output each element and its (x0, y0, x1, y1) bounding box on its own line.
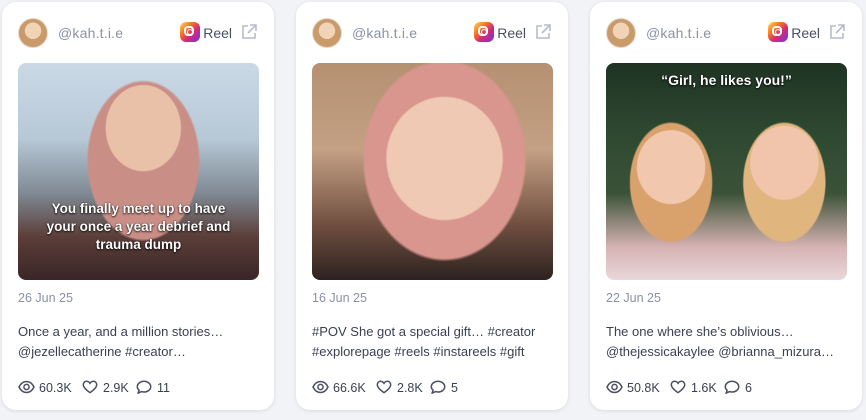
comment-icon (136, 380, 152, 394)
card-header: @kah.t.i.e Reel (312, 18, 552, 48)
instagram-icon (180, 22, 200, 42)
post-stats: 66.6K 2.8K 5 (312, 378, 554, 398)
post-date: 26 Jun 25 (18, 291, 73, 305)
avatar[interactable] (18, 18, 48, 48)
caption-line: #POV She got a special gift… #creator (312, 324, 536, 339)
views-count: 50.8K (627, 381, 660, 395)
account-handle[interactable]: @kah.t.i.e (352, 25, 417, 41)
thumbnail-overlay-text: “Girl, he likes you!” (661, 72, 792, 88)
comment-icon (430, 380, 446, 394)
comments-count: 11 (157, 381, 170, 395)
eye-icon (18, 380, 35, 394)
post-type-label: Reel (497, 25, 526, 41)
comments-count: 6 (745, 381, 752, 395)
post-stats: 50.8K 1.6K 6 (606, 378, 848, 398)
caption-line: Once a year, and a million stories… (18, 324, 224, 339)
comment-icon (724, 380, 740, 394)
external-link-icon[interactable] (534, 23, 552, 41)
caption-line: @jezellecatherine #creator… (18, 344, 186, 359)
post-card[interactable]: @kah.t.i.e Reel “Girl, he likes you!” 22… (590, 2, 862, 410)
thumbnail-overlay-text: You finally meet up to have your once a … (46, 201, 231, 252)
account-handle[interactable]: @kah.t.i.e (646, 25, 711, 41)
caption-line: #explorepage #reels #instareels #gift (312, 344, 525, 359)
heart-icon (82, 380, 98, 394)
views-count: 60.3K (39, 381, 72, 395)
post-caption: #POV She got a special gift… #creator #e… (312, 322, 554, 362)
post-thumbnail[interactable] (312, 63, 553, 280)
comments-count: 5 (451, 381, 458, 395)
post-date: 16 Jun 25 (312, 291, 367, 305)
instagram-icon (768, 22, 788, 42)
card-header: @kah.t.i.e Reel (18, 18, 258, 48)
external-link-icon[interactable] (240, 23, 258, 41)
post-date: 22 Jun 25 (606, 291, 661, 305)
likes-count: 2.8K (397, 381, 423, 395)
post-thumbnail[interactable]: You finally meet up to have your once a … (18, 63, 259, 280)
likes-count: 2.9K (103, 381, 129, 395)
eye-icon (606, 380, 623, 394)
heart-icon (670, 380, 686, 394)
external-link-icon[interactable] (828, 23, 846, 41)
heart-icon (376, 380, 392, 394)
post-card[interactable]: @kah.t.i.e Reel You finally meet up to h… (2, 2, 274, 410)
card-header: @kah.t.i.e Reel (606, 18, 846, 48)
post-caption: Once a year, and a million stories… @jez… (18, 322, 260, 362)
caption-line: @thejessicakaylee @brianna_mizura… (606, 344, 834, 359)
post-type-label: Reel (203, 25, 232, 41)
likes-count: 1.6K (691, 381, 717, 395)
instagram-icon (474, 22, 494, 42)
post-thumbnail[interactable]: “Girl, he likes you!” (606, 63, 847, 280)
post-card[interactable]: @kah.t.i.e Reel 16 Jun 25 #POV She got a… (296, 2, 568, 410)
post-caption: The one where she’s oblivious… @thejessi… (606, 322, 848, 362)
post-type-label: Reel (791, 25, 820, 41)
avatar[interactable] (312, 18, 342, 48)
account-handle[interactable]: @kah.t.i.e (58, 25, 123, 41)
eye-icon (312, 380, 329, 394)
caption-line: The one where she’s oblivious… (606, 324, 794, 339)
avatar[interactable] (606, 18, 636, 48)
views-count: 66.6K (333, 381, 366, 395)
post-stats: 60.3K 2.9K 11 (18, 378, 260, 398)
